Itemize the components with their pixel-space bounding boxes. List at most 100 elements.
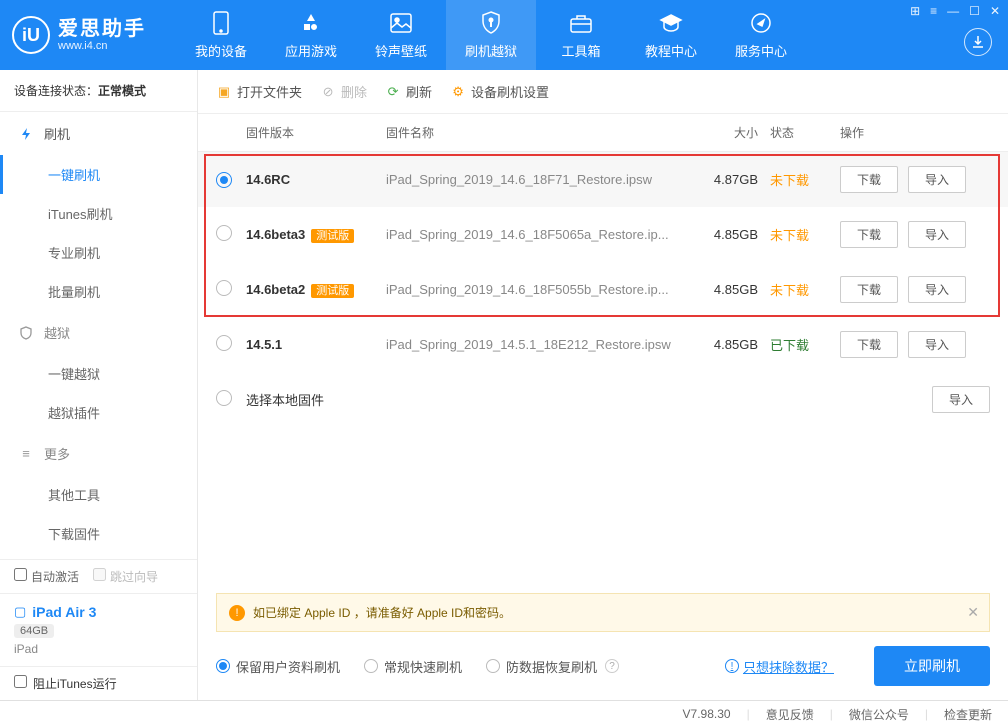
minimize-icon[interactable]: — <box>947 4 959 18</box>
image-icon <box>389 11 413 35</box>
feedback-link[interactable]: 意见反馈 <box>766 706 814 723</box>
table-row[interactable]: 14.5.1 iPad_Spring_2019_14.5.1_18E212_Re… <box>198 317 1008 372</box>
nav-my-device[interactable]: 我的设备 <box>176 0 266 70</box>
shield-icon <box>18 325 34 341</box>
table-row[interactable]: 14.6RC iPad_Spring_2019_14.6_18F71_Resto… <box>198 152 1008 207</box>
row-radio[interactable] <box>216 172 232 188</box>
brand-url: www.i4.cn <box>58 40 146 52</box>
sidebar-item-pro-flash[interactable]: 专业刷机 <box>0 233 197 272</box>
flash-options: 保留用户资料刷机 常规快速刷机 防数据恢复刷机? !只想抹除数据？ 立即刷机 <box>198 632 1008 700</box>
connection-status: 设备连接状态：正常模式 <box>0 70 197 112</box>
main-panel: ▣打开文件夹 ⊘删除 ⟳刷新 ⚙设备刷机设置 固件版本 固件名称 大小 状态 操… <box>198 70 1008 700</box>
group-jailbreak[interactable]: 越狱 <box>0 311 197 354</box>
table-row-local[interactable]: 选择本地固件 导入 <box>198 372 1008 427</box>
firmware-rows: 14.6RC iPad_Spring_2019_14.6_18F71_Resto… <box>198 152 1008 427</box>
menu-icon[interactable]: ⊞ <box>910 4 920 18</box>
col-version: 固件版本 <box>246 124 386 141</box>
col-size: 大小 <box>700 124 770 141</box>
refresh-button[interactable]: ⟳刷新 <box>385 82 432 101</box>
sidebar-item-download-fw[interactable]: 下载固件 <box>0 514 197 553</box>
import-button[interactable]: 导入 <box>908 166 966 193</box>
compass-icon <box>749 11 773 35</box>
logo-icon: iU <box>12 16 50 54</box>
nav-toolbox[interactable]: 工具箱 <box>536 0 626 70</box>
window-controls: ⊞ ≡ — ☐ ✕ <box>910 4 1000 18</box>
flash-now-button[interactable]: 立即刷机 <box>874 646 990 686</box>
import-button[interactable]: 导入 <box>908 276 966 303</box>
device-info[interactable]: ▢ iPad Air 3 64GB iPad <box>0 593 197 666</box>
opt-keep-data[interactable]: 保留用户资料刷机 <box>216 657 340 676</box>
list-icon[interactable]: ≡ <box>930 4 937 18</box>
settings-button[interactable]: ⚙设备刷机设置 <box>450 82 549 101</box>
warning-icon: ! <box>229 605 245 621</box>
apple-id-notice: ! 如已绑定 Apple ID ，请准备好 Apple ID和密码。 ✕ <box>216 593 990 632</box>
col-action: 操作 <box>840 124 990 141</box>
toolbar: ▣打开文件夹 ⊘删除 ⟳刷新 ⚙设备刷机设置 <box>198 70 1008 114</box>
beta-badge: 测试版 <box>311 229 354 243</box>
import-button[interactable]: 导入 <box>908 221 966 248</box>
download-button[interactable]: 下载 <box>840 331 898 358</box>
col-status: 状态 <box>770 124 840 141</box>
download-button[interactable]: 下载 <box>840 221 898 248</box>
sidebar-item-batch-flash[interactable]: 批量刷机 <box>0 272 197 311</box>
opt-anti-recovery[interactable]: 防数据恢复刷机? <box>486 657 619 676</box>
sidebar-item-oneclick-jb[interactable]: 一键越狱 <box>0 354 197 393</box>
beta-badge: 测试版 <box>311 284 354 298</box>
brand-logo: iU 爱思助手 www.i4.cn <box>12 16 146 54</box>
delete-icon: ⊘ <box>320 84 336 100</box>
device-icon: ▢ <box>14 604 26 620</box>
row-radio[interactable] <box>216 225 232 241</box>
group-flash[interactable]: 刷机 <box>0 112 197 155</box>
check-update-link[interactable]: 检查更新 <box>944 706 992 723</box>
maximize-icon[interactable]: ☐ <box>969 4 980 18</box>
close-notice-icon[interactable]: ✕ <box>967 604 979 621</box>
nav-service[interactable]: 服务中心 <box>716 0 806 70</box>
nav-flash[interactable]: 刷机越狱 <box>446 0 536 70</box>
download-circle-icon[interactable] <box>964 28 992 56</box>
open-folder-button[interactable]: ▣打开文件夹 <box>216 82 302 101</box>
opt-quick-flash[interactable]: 常规快速刷机 <box>364 657 462 676</box>
table-row[interactable]: 14.6beta3测试版 iPad_Spring_2019_14.6_18F50… <box>198 207 1008 262</box>
more-icon: ≡ <box>18 446 34 462</box>
footer: V7.98.30| 意见反馈| 微信公众号| 检查更新 <box>0 700 1008 727</box>
sidebar-item-other-tools[interactable]: 其他工具 <box>0 475 197 514</box>
version-label: V7.98.30 <box>683 707 731 721</box>
flash-group-icon <box>18 126 34 142</box>
brand-title: 爱思助手 <box>58 18 146 40</box>
wechat-link[interactable]: 微信公众号 <box>849 706 909 723</box>
sidebar-item-oneclick-flash[interactable]: 一键刷机 <box>0 155 197 194</box>
toolbox-icon <box>569 11 593 35</box>
close-icon[interactable]: ✕ <box>990 4 1000 18</box>
phone-icon <box>209 11 233 35</box>
table-header: 固件版本 固件名称 大小 状态 操作 <box>198 114 1008 152</box>
top-nav: 我的设备 应用游戏 铃声壁纸 刷机越狱 工具箱 教程中心 服务中心 <box>176 0 806 70</box>
download-button[interactable]: 下载 <box>840 166 898 193</box>
table-row[interactable]: 14.6beta2测试版 iPad_Spring_2019_14.6_18F50… <box>198 262 1008 317</box>
nav-tutorial[interactable]: 教程中心 <box>626 0 716 70</box>
block-itunes-checkbox[interactable]: 阻止iTunes运行 <box>14 675 117 692</box>
download-button[interactable]: 下载 <box>840 276 898 303</box>
auto-activate-checkbox[interactable]: 自动激活 <box>14 568 79 585</box>
apps-icon <box>299 11 323 35</box>
graduation-icon <box>659 11 683 35</box>
import-button[interactable]: 导入 <box>908 331 966 358</box>
gear-icon: ⚙ <box>450 84 466 100</box>
nav-ringtones[interactable]: 铃声壁纸 <box>356 0 446 70</box>
import-button[interactable]: 导入 <box>932 386 990 413</box>
group-more[interactable]: ≡更多 <box>0 432 197 475</box>
nav-apps[interactable]: 应用游戏 <box>266 0 356 70</box>
sidebar-item-itunes-flash[interactable]: iTunes刷机 <box>0 194 197 233</box>
help-icon[interactable]: ? <box>605 659 619 673</box>
row-radio[interactable] <box>216 280 232 296</box>
row-radio[interactable] <box>216 335 232 351</box>
shield-key-icon <box>479 11 503 35</box>
folder-icon: ▣ <box>216 84 232 100</box>
sidebar-item-jb-plugins[interactable]: 越狱插件 <box>0 393 197 432</box>
skip-guide-checkbox[interactable]: 跳过向导 <box>93 568 158 585</box>
titlebar: iU 爱思助手 www.i4.cn 我的设备 应用游戏 铃声壁纸 刷机越狱 工具… <box>0 0 1008 70</box>
delete-button[interactable]: ⊘删除 <box>320 82 367 101</box>
row-radio[interactable] <box>216 390 232 406</box>
only-erase-link[interactable]: !只想抹除数据？ <box>725 657 834 676</box>
col-name: 固件名称 <box>386 124 700 141</box>
info-icon: ! <box>725 659 739 673</box>
